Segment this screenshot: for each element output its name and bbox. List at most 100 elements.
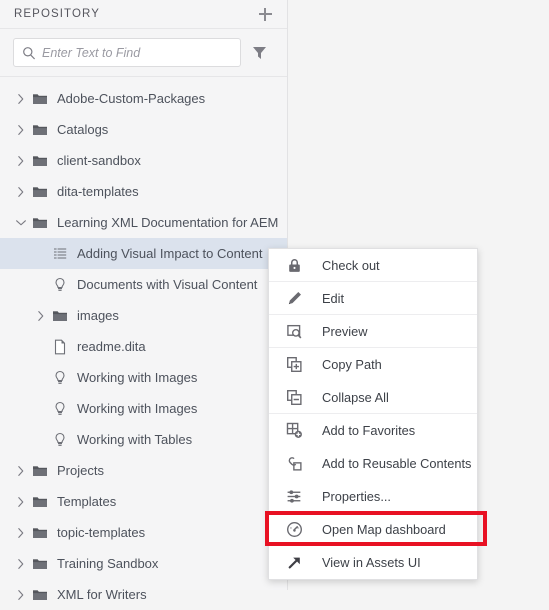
menu-item[interactable]: Copy Path: [269, 348, 477, 381]
menu-item-label: View in Assets UI: [322, 555, 421, 570]
context-menu: Check out Edit Preview Copy Path Collapse Al…: [268, 248, 478, 580]
chevron-right-icon[interactable]: [12, 176, 30, 207]
tree-item-label: Adobe-Custom-Packages: [57, 91, 206, 106]
menu-item[interactable]: Properties...: [269, 480, 477, 513]
app-root: REPOSITORY Adobe-Custom-Packages Catalogs: [0, 0, 549, 602]
grid-plus-icon: [283, 420, 305, 442]
search-box[interactable]: [13, 38, 241, 67]
ditatopic-icon: [50, 362, 70, 393]
preview-icon: [283, 320, 305, 342]
tree-item[interactable]: client-sandbox: [0, 145, 287, 176]
tree-item[interactable]: Documents with Visual Content: [0, 269, 287, 300]
tree-item-label: Projects: [57, 463, 104, 478]
menu-item-label: Check out: [322, 257, 380, 273]
menu-item-label: Copy Path: [322, 357, 382, 372]
tree-item-label: dita-templates: [57, 184, 139, 199]
chevron-right-icon[interactable]: [32, 300, 50, 331]
menu-item-label: Edit: [322, 290, 345, 306]
folder-icon: [30, 579, 50, 610]
menu-item[interactable]: Check out: [269, 249, 477, 282]
external-arrow-icon: [283, 552, 305, 574]
folder-icon: [30, 486, 50, 517]
folder-icon: [30, 548, 50, 579]
ditatopic-icon: [50, 269, 70, 300]
menu-item[interactable]: Open Map dashboard: [269, 513, 477, 546]
chevron-right-icon[interactable]: [12, 548, 30, 579]
tree-item-label: images: [77, 308, 119, 323]
tree-item-label: Adding Visual Impact to Content: [77, 246, 263, 261]
tree-item[interactable]: Projects: [0, 455, 287, 486]
tree-item[interactable]: Catalogs: [0, 114, 287, 145]
menu-item[interactable]: Collapse All: [269, 381, 477, 414]
folder-icon: [30, 83, 50, 114]
tree-item[interactable]: XML for Writers: [0, 579, 287, 610]
menu-item-label: Properties...: [322, 489, 391, 504]
twisty-placeholder: [32, 331, 50, 362]
tree-item-label: Catalogs: [57, 122, 109, 137]
menu-item-label: Preview: [322, 323, 368, 339]
tree-item[interactable]: Adding Visual Impact to Content: [0, 238, 287, 269]
tree-item-label: client-sandbox: [57, 153, 141, 168]
ditatopic-icon: [50, 424, 70, 455]
link-box-icon: [283, 453, 305, 475]
file-icon: [50, 331, 70, 362]
tree-item[interactable]: Training Sandbox: [0, 548, 287, 579]
tree-item-label: Working with Tables: [77, 432, 193, 447]
menu-item-label: Collapse All: [322, 389, 389, 405]
menu-item[interactable]: Add to Reusable Contents: [269, 447, 477, 480]
lock-icon: [283, 254, 305, 276]
folder-icon: [50, 300, 70, 331]
menu-item-label: Add to Favorites: [322, 423, 416, 438]
tree-item-label: Learning XML Documentation for AEM: [57, 215, 279, 230]
tree-item[interactable]: images: [0, 300, 287, 331]
search-icon: [22, 46, 36, 60]
folder-icon: [30, 114, 50, 145]
tree-item-label: Documents with Visual Content: [77, 277, 258, 292]
folder-icon: [30, 517, 50, 548]
chevron-right-icon[interactable]: [12, 517, 30, 548]
menu-item[interactable]: Add to Favorites: [269, 414, 477, 447]
chevron-right-icon[interactable]: [12, 145, 30, 176]
folder-icon: [30, 145, 50, 176]
repository-panel: REPOSITORY Adobe-Custom-Packages Catalogs: [0, 0, 288, 602]
page-title: REPOSITORY: [14, 8, 100, 20]
sliders-icon: [283, 486, 305, 508]
copy-minus-icon: [283, 386, 305, 408]
plus-icon[interactable]: [255, 4, 275, 24]
ditatopic-icon: [50, 393, 70, 424]
panel-header: REPOSITORY: [0, 0, 287, 29]
tree-item[interactable]: Learning XML Documentation for AEM: [0, 207, 287, 238]
chevron-down-icon[interactable]: [12, 207, 30, 238]
tree-item-label: readme.dita: [77, 339, 146, 354]
menu-item[interactable]: Preview: [269, 315, 477, 348]
repository-tree: Adobe-Custom-Packages Catalogs client-sand…: [0, 77, 287, 610]
gauge-icon: [283, 519, 305, 541]
tree-item-label: Working with Images: [77, 401, 198, 416]
chevron-right-icon[interactable]: [12, 579, 30, 610]
menu-item-label: Open Map dashboard: [322, 522, 446, 537]
tree-item[interactable]: Templates: [0, 486, 287, 517]
tree-item[interactable]: readme.dita: [0, 331, 287, 362]
twisty-placeholder: [32, 393, 50, 424]
search-row: [0, 29, 287, 77]
tree-item-label: Working with Images: [77, 370, 198, 385]
tree-item[interactable]: dita-templates: [0, 176, 287, 207]
twisty-placeholder: [32, 424, 50, 455]
chevron-right-icon[interactable]: [12, 83, 30, 114]
menu-item[interactable]: View in Assets UI: [269, 546, 477, 579]
tree-item[interactable]: topic-templates: [0, 517, 287, 548]
tree-item[interactable]: Working with Images: [0, 362, 287, 393]
copy-plus-icon: [283, 354, 305, 376]
tree-item-label: Training Sandbox: [57, 556, 159, 571]
tree-item[interactable]: Working with Images: [0, 393, 287, 424]
menu-item[interactable]: Edit: [269, 282, 477, 315]
tree-item[interactable]: Working with Tables: [0, 424, 287, 455]
chevron-right-icon[interactable]: [12, 114, 30, 145]
tree-item[interactable]: Adobe-Custom-Packages: [0, 83, 287, 114]
search-input[interactable]: [42, 45, 232, 60]
filter-icon[interactable]: [241, 38, 277, 68]
folder-icon: [30, 455, 50, 486]
chevron-right-icon[interactable]: [12, 455, 30, 486]
chevron-right-icon[interactable]: [12, 486, 30, 517]
ditamap-icon: [50, 238, 70, 269]
